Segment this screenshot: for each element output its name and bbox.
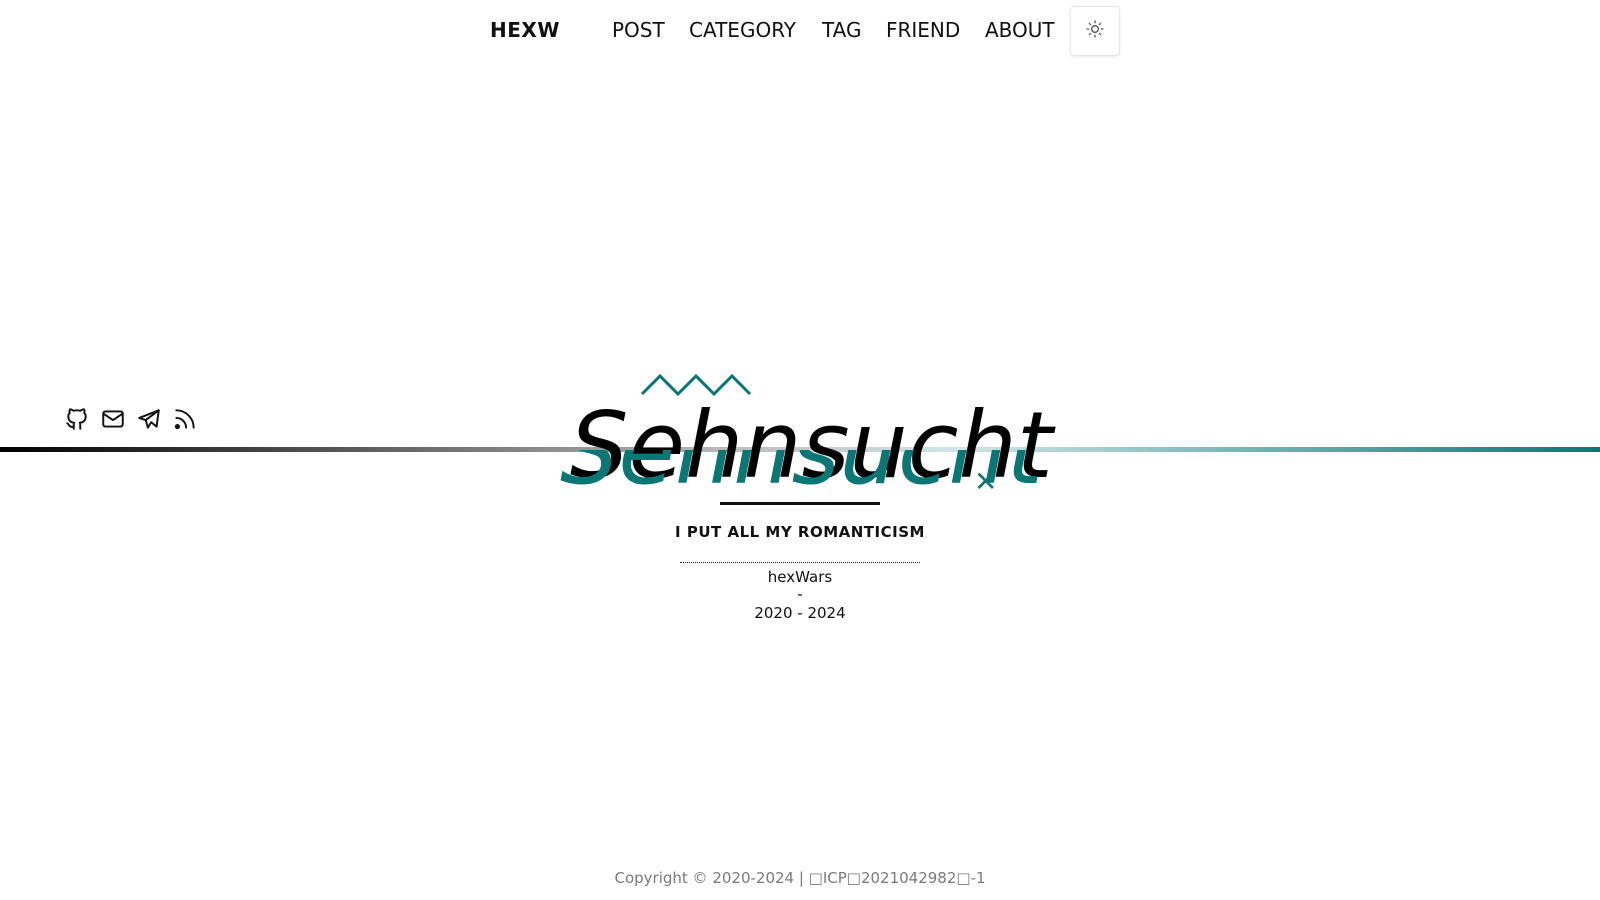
top-nav: HEXW POST CATEGORY TAG FRIEND ABOUT — [0, 0, 1600, 62]
nav-friend[interactable]: FRIEND — [886, 18, 960, 42]
brand-link[interactable]: HEXW — [490, 18, 560, 42]
telegram-icon[interactable] — [136, 406, 162, 432]
rss-icon[interactable] — [172, 406, 198, 432]
nav-post[interactable]: POST — [612, 18, 665, 42]
mail-icon[interactable] — [100, 406, 126, 432]
page: HEXW POST CATEGORY TAG FRIEND ABOUT Sehn… — [0, 0, 1600, 900]
author-name: hexWars — [767, 568, 833, 586]
hero-subtitle: I PUT ALL MY ROMANTICISM — [675, 523, 925, 541]
nav-about[interactable]: ABOUT — [985, 18, 1055, 42]
sun-icon — [1085, 19, 1105, 43]
x-mark-decoration: ✕ — [974, 465, 998, 498]
github-icon[interactable] — [64, 406, 90, 432]
theme-toggle-button[interactable] — [1070, 6, 1120, 56]
social-links — [64, 406, 198, 432]
nav-category[interactable]: CATEGORY — [689, 18, 796, 42]
hero-title-block: Sehnsucht Sehnsucht ✕ — [550, 372, 1053, 512]
title-underline — [720, 502, 880, 505]
nav-tag[interactable]: TAG — [822, 18, 862, 42]
dotted-divider — [680, 562, 920, 563]
footer-copyright: Copyright © 2020-2024 | □ICP□2021042982□… — [614, 869, 986, 887]
meta-separator: - — [797, 585, 803, 603]
year-range: 2020 - 2024 — [754, 604, 846, 622]
